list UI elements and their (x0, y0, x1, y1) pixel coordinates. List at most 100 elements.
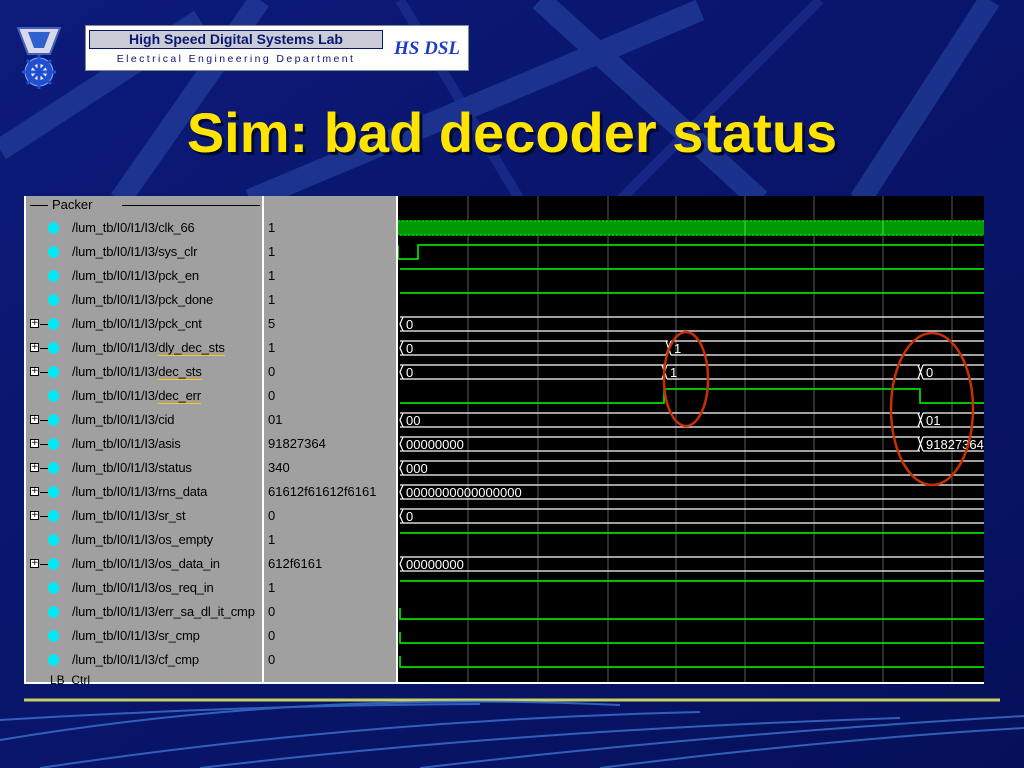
signal-waveform[interactable] (398, 220, 984, 236)
signal-waveform[interactable]: 01 (399, 340, 984, 356)
signal-value[interactable]: 0 (268, 384, 396, 408)
signal-row[interactable]: + /lum_tb/I0/I1/I3/status (26, 456, 262, 480)
signal-name[interactable]: /lum_tb/I0/I1/I3/dly_dec_sts (72, 339, 225, 357)
signal-row[interactable]: /lum_tb/I0/I1/I3/cf_cmp (26, 648, 262, 672)
signal-name[interactable]: /lum_tb/I0/I1/I3/status (72, 459, 192, 477)
signal-row[interactable]: + /lum_tb/I0/I1/I3/dly_dec_sts (26, 336, 262, 360)
signal-waveform[interactable] (398, 244, 984, 260)
tree-connector (40, 492, 48, 493)
lab-name: High Speed Digital Systems Lab (89, 30, 383, 49)
signal-name[interactable]: /lum_tb/I0/I1/I3/sys_clr (72, 243, 197, 261)
signal-value[interactable]: 1 (268, 264, 396, 288)
signal-icon (48, 246, 59, 258)
waveform-pane[interactable]: 0 0 1 0 1 0 00 01 00000000 91827364 000 00000000000… (398, 196, 984, 682)
signal-value[interactable]: 0 (268, 360, 396, 384)
expand-icon[interactable]: + (30, 415, 39, 424)
signal-name[interactable]: /lum_tb/I0/I1/I3/os_empty (72, 531, 213, 549)
signal-waveform[interactable] (400, 388, 984, 404)
signal-value[interactable]: 0 (268, 600, 396, 624)
signal-value[interactable]: 5 (268, 312, 396, 336)
technion-emblem-icon (16, 27, 62, 89)
signal-row[interactable]: /lum_tb/I0/I1/I3/err_sa_dl_it_cmp (26, 600, 262, 624)
page-title: Sim: bad decoder status (186, 101, 838, 164)
signal-row[interactable]: /lum_tb/I0/I1/I3/dec_err (26, 384, 262, 408)
bus-value-label: 00000000 (406, 557, 464, 572)
signal-value[interactable]: 91827364 (268, 432, 396, 456)
signal-value[interactable]: 1 (268, 288, 396, 312)
signal-name[interactable]: /lum_tb/I0/I1/I3/cid (72, 411, 174, 429)
signal-name[interactable]: /lum_tb/I0/I1/I3/sr_st (72, 507, 186, 525)
signal-value[interactable]: 0 (268, 648, 396, 672)
signal-waveform[interactable]: 0 (399, 316, 984, 332)
signal-value[interactable]: 0 (268, 624, 396, 648)
expand-icon[interactable]: + (30, 367, 39, 376)
signal-row[interactable]: + /lum_tb/I0/I1/I3/asis (26, 432, 262, 456)
signal-waveform[interactable]: 0000000000000000 (399, 484, 984, 500)
signal-icon (48, 510, 59, 522)
signal-value[interactable]: 1 (268, 336, 396, 360)
signal-row[interactable]: /lum_tb/I0/I1/I3/pck_done (26, 288, 262, 312)
signal-row[interactable]: + /lum_tb/I0/I1/I3/os_data_in (26, 552, 262, 576)
waveform-window: Packer LB_Ctrl /lum_tb/I0/I1/I3/clk_66/l… (24, 196, 984, 684)
signal-waveform[interactable] (399, 656, 984, 668)
signal-row[interactable]: + /lum_tb/I0/I1/I3/sr_st (26, 504, 262, 528)
signal-row[interactable]: + /lum_tb/I0/I1/I3/pck_cnt (26, 312, 262, 336)
signal-leaf-name: dec_sts (158, 364, 202, 380)
signal-row[interactable]: + /lum_tb/I0/I1/I3/cid (26, 408, 262, 432)
signal-row[interactable]: /lum_tb/I0/I1/I3/clk_66 (26, 216, 262, 240)
signal-row[interactable]: + /lum_tb/I0/I1/I3/dec_sts (26, 360, 262, 384)
signal-name[interactable]: /lum_tb/I0/I1/I3/os_data_in (72, 555, 220, 573)
signal-name[interactable]: /lum_tb/I0/I1/I3/sr_cmp (72, 627, 200, 645)
signal-icon (48, 582, 59, 594)
group-name: Packer (52, 197, 93, 212)
waveform-canvas[interactable]: 00 10 1 000 0100000000 9182736400000000000000… (398, 196, 984, 682)
signal-waveform[interactable] (399, 632, 984, 644)
signal-row[interactable]: /lum_tb/I0/I1/I3/pck_en (26, 264, 262, 288)
signal-name[interactable]: /lum_tb/I0/I1/I3/pck_done (72, 291, 213, 309)
signal-value[interactable]: 340 (268, 456, 396, 480)
signal-row[interactable]: /lum_tb/I0/I1/I3/os_req_in (26, 576, 262, 600)
signal-icon (48, 462, 59, 474)
expand-icon[interactable]: + (30, 511, 39, 520)
signal-names-pane[interactable]: Packer LB_Ctrl /lum_tb/I0/I1/I3/clk_66/l… (26, 196, 262, 684)
signal-waveform[interactable]: 000 (399, 460, 984, 476)
signal-name[interactable]: /lum_tb/I0/I1/I3/clk_66 (72, 219, 195, 237)
signal-waveform[interactable]: 00000000 (399, 556, 984, 572)
signal-row[interactable]: /lum_tb/I0/I1/I3/os_empty (26, 528, 262, 552)
signal-waveform[interactable]: 0 (399, 508, 984, 524)
signal-value[interactable]: 61612f61612f6161 (268, 480, 396, 504)
signal-name[interactable]: /lum_tb/I0/I1/I3/dec_sts (72, 363, 202, 381)
signal-row[interactable]: /lum_tb/I0/I1/I3/sys_clr (26, 240, 262, 264)
signal-value[interactable]: 1 (268, 240, 396, 264)
signal-values-pane[interactable]: 1 1 1 1 5 1 0 0 01 91827364 340 61612f61612f6161 0 1 6… (264, 196, 396, 682)
signal-row[interactable]: /lum_tb/I0/I1/I3/sr_cmp (26, 624, 262, 648)
department-name: Electrical Engineering Department (116, 53, 356, 65)
expand-icon[interactable]: + (30, 487, 39, 496)
expand-icon[interactable]: + (30, 439, 39, 448)
signal-name[interactable]: /lum_tb/I0/I1/I3/err_sa_dl_it_cmp (72, 603, 255, 621)
signal-name[interactable]: /lum_tb/I0/I1/I3/pck_cnt (72, 315, 202, 333)
signal-name[interactable]: /lum_tb/I0/I1/I3/dec_err (72, 387, 201, 405)
signal-value[interactable]: 1 (268, 576, 396, 600)
signal-icon (48, 486, 59, 498)
expand-icon[interactable]: + (30, 463, 39, 472)
signal-value[interactable]: 1 (268, 528, 396, 552)
signal-value[interactable]: 612f6161 (268, 552, 396, 576)
signal-name[interactable]: /lum_tb/I0/I1/I3/cf_cmp (72, 651, 199, 669)
expand-icon[interactable]: + (30, 559, 39, 568)
signal-name[interactable]: /lum_tb/I0/I1/I3/rns_data (72, 483, 207, 501)
bus-value-label: 00 (406, 413, 420, 428)
expand-icon[interactable]: + (30, 343, 39, 352)
signal-name[interactable]: /lum_tb/I0/I1/I3/pck_en (72, 267, 199, 285)
signal-row[interactable]: + /lum_tb/I0/I1/I3/rns_data (26, 480, 262, 504)
expand-icon[interactable]: + (30, 319, 39, 328)
signal-value[interactable]: 0 (268, 504, 396, 528)
signal-value[interactable]: 1 (268, 216, 396, 240)
signal-icon (48, 534, 59, 546)
signal-value[interactable]: 01 (268, 408, 396, 432)
signal-icon (48, 438, 59, 450)
signal-name[interactable]: /lum_tb/I0/I1/I3/asis (72, 435, 181, 453)
signal-waveform[interactable] (399, 608, 984, 620)
signal-name[interactable]: /lum_tb/I0/I1/I3/os_req_in (72, 579, 214, 597)
tree-connector (40, 444, 48, 445)
